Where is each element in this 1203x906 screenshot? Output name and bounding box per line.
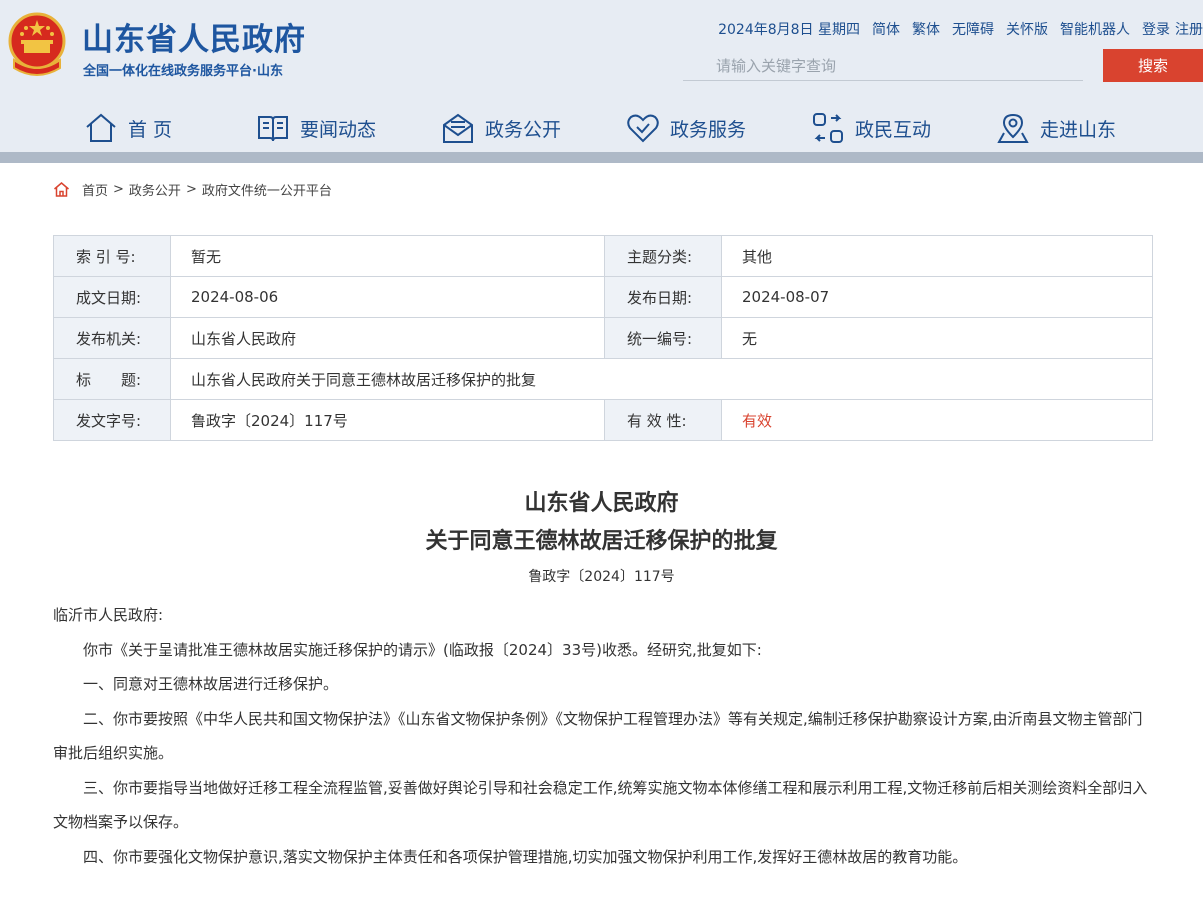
meta-label: 发文字号: [53,399,171,441]
home-icon [86,113,116,142]
main-nav: 首 页 要闻动态 政务公开 政务服务 政民互动 走进山东 [0,104,1203,152]
auth-links: 登录 注册 [1142,19,1203,39]
breadcrumb-separator: > [113,182,124,197]
register-link[interactable]: 注册 [1175,22,1203,38]
nav-home[interactable]: 首 页 [84,104,172,152]
link-elderly[interactable]: 关怀版 [1006,19,1048,39]
document-recipient: 临沂市人民政府: [53,606,164,624]
nav-label: 首 页 [128,118,173,141]
home-icon [54,182,69,197]
map-pin-icon [997,113,1029,143]
meta-label: 发布日期: [604,276,722,318]
site-subtitle[interactable]: 全国一体化在线政务服务平台·山东 [83,60,283,79]
document-title-line2: 关于同意王德林故居迁移保护的批复 [425,529,778,554]
mail-icon [443,113,473,143]
document-paragraph: 你市《关于呈请批准王德林故居实施迁移保护的请示》(临政报〔2024〕33号)收悉… [83,640,762,659]
link-robot[interactable]: 智能机器人 [1060,19,1130,39]
document-paragraph: 四、你市要强化文物保护意识,落实文物保护主体责任和各项保护管理措施,切实加强文物… [83,847,968,866]
meta-value: 山东省人民政府 [170,317,605,359]
meta-label: 有 效 性: [604,399,722,441]
meta-value: 无 [721,317,1153,359]
link-accessible[interactable]: 无障碍 [952,19,994,39]
heart-icon [627,114,659,143]
table-row: 发文字号: 鲁政字〔2024〕117号 有 效 性: 有效 [53,399,1153,441]
document-number: 鲁政字〔2024〕117号 [528,569,675,585]
document-meta-table: 索 引 号: 暂无 主题分类: 其他 成文日期: 2024-08-06 发布日期… [53,235,1153,441]
document-title-line1: 山东省人民政府 [524,491,679,516]
login-link[interactable]: 登录 [1142,22,1170,38]
meta-value: 暂无 [170,235,605,277]
search-input[interactable] [683,52,1083,80]
link-simplified[interactable]: 简体 [872,19,900,39]
site-header: 山东省人民政府 全国一体化在线政务服务平台·山东 2024年8月8日 星期四 简… [0,0,1203,163]
document-paragraph: 二、你市要按照《中华人民共和国文物保护法》《山东省文物保护条例》《文物保护工程管… [53,709,1143,763]
nav-gov-affairs-public[interactable]: 政务公开 [441,104,561,152]
meta-value: 山东省人民政府关于同意王德林故居迁移保护的批复 [170,358,1153,400]
national-emblem-icon [8,12,66,76]
meta-label: 成文日期: [53,276,171,318]
meta-value: 2024-08-07 [721,276,1153,318]
nav-interaction[interactable]: 政民互动 [811,104,931,152]
table-row: 成文日期: 2024-08-06 发布日期: 2024-08-07 [53,276,1153,318]
interaction-icon [813,113,843,143]
breadcrumb-current[interactable]: 政府文件统一公开平台 [202,180,332,199]
nav-about-shandong[interactable]: 走进山东 [996,104,1116,152]
nav-label: 走进山东 [1040,118,1117,141]
nav-label: 政务公开 [485,118,562,141]
nav-news[interactable]: 要闻动态 [256,104,376,152]
nav-label: 要闻动态 [300,118,377,141]
search-box [683,52,1083,81]
breadcrumb-separator: > [185,182,197,197]
document-paragraph: 一、同意对王德林故居进行迁移保护。 [83,675,339,693]
search-button[interactable]: 搜索 [1103,49,1203,82]
document-paragraph: 三、你市要指导当地做好迁移工程全流程监管,妥善做好舆论引导和社会稳定工作,统筹实… [53,778,1148,832]
meta-value: 其他 [721,235,1153,277]
validity-value: 有效 [721,399,1153,441]
table-row: 标 题: 山东省人民政府关于同意王德林故居迁移保护的批复 [53,358,1153,400]
link-traditional[interactable]: 繁体 [912,19,940,39]
document-body: 临沂市人民政府: 你市《关于呈请批准王德林故居实施迁移保护的请示》(临政报〔20… [53,598,1153,874]
current-date: 2024年8月8日 星期四 [718,22,860,38]
site-title[interactable]: 山东省人民政府 [82,14,306,59]
meta-value: 2024-08-06 [170,276,605,318]
nav-label: 政民互动 [855,118,932,141]
table-row: 索 引 号: 暂无 主题分类: 其他 [53,235,1153,277]
breadcrumb: 首页 > 政务公开 > 政府文件统一公开平台 [53,180,332,199]
meta-label: 标 题: [53,358,171,400]
meta-label: 发布机关: [53,317,171,359]
meta-value: 鲁政字〔2024〕117号 [170,399,605,441]
nav-gov-services[interactable]: 政务服务 [626,104,746,152]
book-icon [258,116,288,142]
meta-label: 索 引 号: [53,235,171,277]
meta-label: 主题分类: [604,235,722,277]
table-row: 发布机关: 山东省人民政府 统一编号: 无 [53,317,1153,359]
nav-label: 政务服务 [670,118,747,141]
breadcrumb-gov-affairs[interactable]: 政务公开 [129,180,181,199]
nav-underline-bar [0,152,1203,163]
top-links: 2024年8月8日 星期四 简体 繁体 无障碍 关怀版 智能机器人 登录 注册 [706,19,1203,39]
breadcrumb-home[interactable]: 首页 [82,180,108,199]
meta-label: 统一编号: [604,317,722,359]
